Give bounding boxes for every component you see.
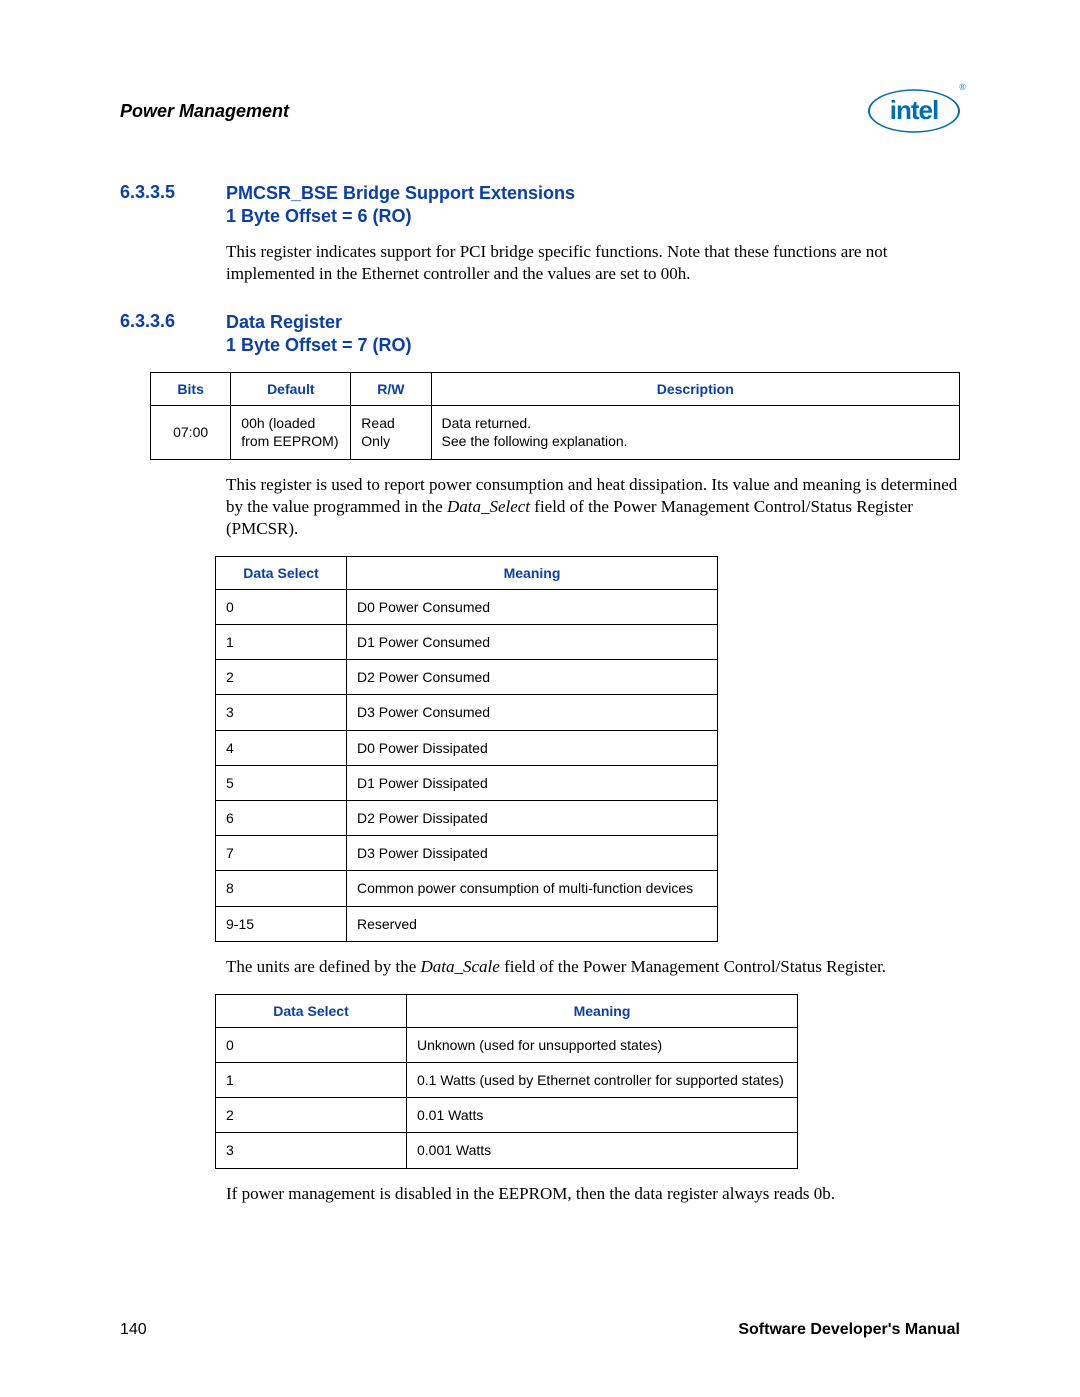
cell: D0 Power Dissipated <box>347 730 718 765</box>
cell: 3 <box>216 695 347 730</box>
table-row: 10.1 Watts (used by Ethernet controller … <box>216 1063 798 1098</box>
table-row: 07:00 00h (loaded from EEPROM) Read Only… <box>151 406 960 459</box>
cell: 6 <box>216 800 347 835</box>
page-footer: 140 Software Developer's Manual <box>120 1321 960 1339</box>
cell: 9-15 <box>216 906 347 941</box>
table-row: 0D0 Power Consumed <box>216 589 718 624</box>
data-select-meaning-table: Data Select Meaning 0D0 Power Consumed 1… <box>215 556 718 942</box>
section-number: 6.3.3.6 <box>120 311 226 356</box>
running-header: Power Management <box>120 101 289 122</box>
cell: Reserved <box>347 906 718 941</box>
section-title: PMCSR_BSE Bridge Support Extensions <box>226 183 575 203</box>
page: Power Management intel ® 6.3.3.5 PMCSR_B… <box>0 0 1080 1397</box>
section-subtitle: 1 Byte Offset = 6 (RO) <box>226 206 412 226</box>
register-table: Bits Default R/W Description 07:00 00h (… <box>150 372 960 459</box>
cell: 2 <box>216 1098 407 1133</box>
section-subtitle: 1 Byte Offset = 7 (RO) <box>226 335 412 355</box>
cell-description: Data returned. See the following explana… <box>431 406 959 459</box>
section-heading: Data Register 1 Byte Offset = 7 (RO) <box>226 311 412 356</box>
cell: D3 Power Consumed <box>347 695 718 730</box>
cell: 1 <box>216 1063 407 1098</box>
table-header-row: Data Select Meaning <box>216 556 718 589</box>
text-run: The units are defined by the <box>226 957 421 976</box>
text-italic: Data_Scale <box>421 957 500 976</box>
cell: D2 Power Consumed <box>347 660 718 695</box>
paragraph: This register is used to report power co… <box>226 474 960 540</box>
cell: 1 <box>216 625 347 660</box>
cell: D1 Power Consumed <box>347 625 718 660</box>
paragraph: This register indicates support for PCI … <box>226 241 960 285</box>
table-row: 4D0 Power Dissipated <box>216 730 718 765</box>
table-row: 9-15Reserved <box>216 906 718 941</box>
paragraph: The units are defined by the Data_Scale … <box>226 956 960 978</box>
document-title: Software Developer's Manual <box>738 1321 960 1339</box>
cell: 5 <box>216 765 347 800</box>
table-row: 20.01 Watts <box>216 1098 798 1133</box>
col-data-select: Data Select <box>216 556 347 589</box>
text-run: field of the Power Management Control/St… <box>500 957 886 976</box>
cell: 0 <box>216 1027 407 1062</box>
table-row: 6D2 Power Dissipated <box>216 800 718 835</box>
cell-bits: 07:00 <box>151 406 231 459</box>
paragraph: If power management is disabled in the E… <box>226 1183 960 1205</box>
cell: 0.1 Watts (used by Ethernet controller f… <box>407 1063 798 1098</box>
table-row: 5D1 Power Dissipated <box>216 765 718 800</box>
table-row: 3D3 Power Consumed <box>216 695 718 730</box>
section-heading: PMCSR_BSE Bridge Support Extensions 1 By… <box>226 182 575 227</box>
registered-icon: ® <box>959 82 966 92</box>
col-data-select: Data Select <box>216 994 407 1027</box>
data-scale-meaning-table: Data Select Meaning 0Unknown (used for u… <box>215 994 798 1169</box>
cell: D0 Power Consumed <box>347 589 718 624</box>
page-number: 140 <box>120 1321 147 1339</box>
section-6335: 6.3.3.5 PMCSR_BSE Bridge Support Extensi… <box>120 182 960 227</box>
cell: 7 <box>216 836 347 871</box>
table-row: 1D1 Power Consumed <box>216 625 718 660</box>
cell: Common power consumption of multi-functi… <box>347 871 718 906</box>
cell: 0.001 Watts <box>407 1133 798 1168</box>
cell: 2 <box>216 660 347 695</box>
table-row: 2D2 Power Consumed <box>216 660 718 695</box>
section-title: Data Register <box>226 312 342 332</box>
cell: D3 Power Dissipated <box>347 836 718 871</box>
desc-line: See the following explanation. <box>442 433 628 449</box>
desc-line: Data returned. <box>442 415 532 431</box>
table-row: 8Common power consumption of multi-funct… <box>216 871 718 906</box>
cell-rw: Read Only <box>351 406 431 459</box>
cell: 8 <box>216 871 347 906</box>
intel-logo: intel ® <box>868 80 960 142</box>
table-header-row: Data Select Meaning <box>216 994 798 1027</box>
table-row: 0Unknown (used for unsupported states) <box>216 1027 798 1062</box>
cell: 0 <box>216 589 347 624</box>
logo-text: intel <box>890 95 938 126</box>
table-header-row: Bits Default R/W Description <box>151 373 960 406</box>
col-default: Default <box>231 373 351 406</box>
cell: 4 <box>216 730 347 765</box>
text-italic: Data_Select <box>447 497 530 516</box>
table-row: 30.001 Watts <box>216 1133 798 1168</box>
section-6336: 6.3.3.6 Data Register 1 Byte Offset = 7 … <box>120 311 960 356</box>
cell-default: 00h (loaded from EEPROM) <box>231 406 351 459</box>
cell: 3 <box>216 1133 407 1168</box>
cell: 0.01 Watts <box>407 1098 798 1133</box>
col-meaning: Meaning <box>407 994 798 1027</box>
cell: D1 Power Dissipated <box>347 765 718 800</box>
col-meaning: Meaning <box>347 556 718 589</box>
col-bits: Bits <box>151 373 231 406</box>
cell: D2 Power Dissipated <box>347 800 718 835</box>
col-rw: R/W <box>351 373 431 406</box>
table-row: 7D3 Power Dissipated <box>216 836 718 871</box>
section-number: 6.3.3.5 <box>120 182 226 227</box>
col-description: Description <box>431 373 959 406</box>
page-header: Power Management intel ® <box>120 80 960 142</box>
cell: Unknown (used for unsupported states) <box>407 1027 798 1062</box>
